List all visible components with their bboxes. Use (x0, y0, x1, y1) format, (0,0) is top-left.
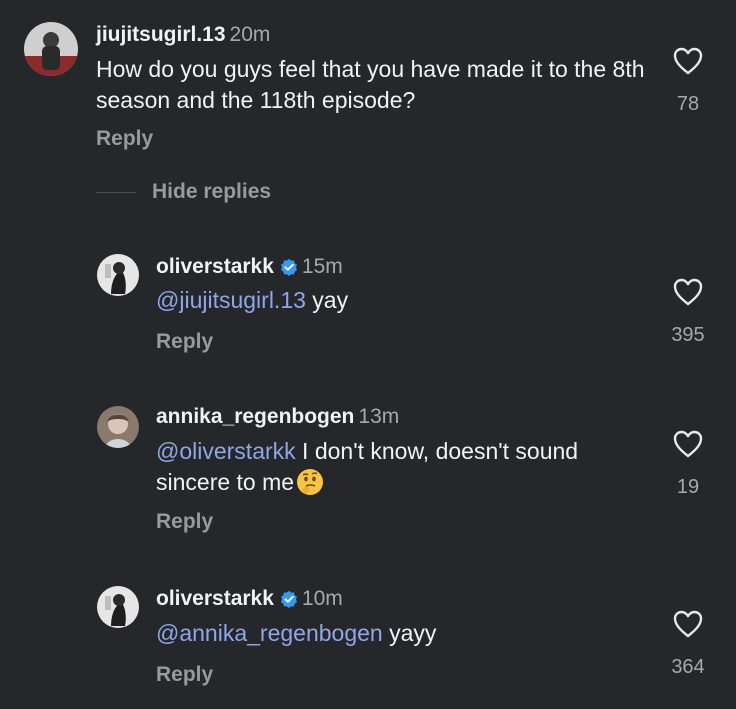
reply-button[interactable]: Reply (96, 127, 153, 151)
comment-body: yay (305, 287, 349, 313)
divider (96, 191, 136, 193)
comment-meta: oliverstarkk 10m (156, 586, 343, 612)
comment-text: @annika_regenbogen yayy (156, 618, 636, 649)
username[interactable]: jiujitsugirl.13 (96, 23, 226, 46)
username[interactable]: annika_regenbogen (156, 405, 354, 428)
username[interactable]: oliverstarkk (156, 587, 274, 610)
verified-badge-icon (280, 590, 298, 608)
comment-jiujitsugirl: jiujitsugirl.13 20m How do you guys feel … (0, 0, 736, 170)
reply-button[interactable]: Reply (156, 510, 213, 534)
avatar-photo-icon (24, 22, 78, 76)
like-count: 19 (676, 476, 700, 498)
heart-icon (673, 610, 703, 638)
like-button[interactable]: 364 (658, 610, 718, 679)
comment-text: @jiujitsugirl.13 yay (156, 285, 636, 316)
like-count: 78 (676, 93, 700, 115)
mention-link[interactable]: @oliverstarkk (156, 438, 296, 464)
hide-replies-toggle[interactable]: Hide replies (96, 180, 271, 204)
like-button[interactable]: 78 (658, 47, 718, 116)
avatar[interactable] (97, 406, 139, 448)
comment-meta: oliverstarkk 15m (156, 254, 343, 280)
like-button[interactable]: 19 (658, 430, 718, 499)
like-count: 395 (671, 324, 705, 346)
like-count: 364 (671, 656, 705, 678)
avatar-photo-icon (97, 586, 139, 628)
timestamp: 20m (229, 23, 271, 46)
comment-meta: jiujitsugirl.13 20m (96, 22, 270, 48)
reply-button[interactable]: Reply (156, 663, 213, 687)
avatar-photo-icon (97, 406, 139, 448)
avatar-photo-icon (97, 254, 139, 296)
heart-icon (673, 47, 703, 75)
avatar[interactable] (24, 22, 78, 76)
hide-replies-label[interactable]: Hide replies (152, 180, 271, 203)
heart-icon (673, 430, 703, 458)
timestamp: 13m (358, 405, 400, 428)
timestamp: 10m (301, 587, 343, 610)
timestamp: 15m (301, 255, 343, 278)
avatar[interactable] (97, 586, 139, 628)
mention-link[interactable]: @annika_regenbogen (156, 620, 383, 646)
avatar[interactable] (97, 254, 139, 296)
heart-icon (673, 278, 703, 306)
comment-text: How do you guys feel that you have made … (96, 56, 645, 113)
comment-body: yayy (382, 620, 437, 646)
mention-link[interactable]: @jiujitsugirl.13 (156, 287, 306, 313)
thinking-face-emoji-icon (296, 468, 324, 496)
comment-meta: annika_regenbogen 13m (156, 404, 399, 430)
username[interactable]: oliverstarkk (156, 255, 274, 278)
like-button[interactable]: 395 (658, 278, 718, 347)
comment-text: @oliverstarkk I don't know, doesn't soun… (156, 436, 646, 498)
verified-badge-icon (280, 258, 298, 276)
reply-button[interactable]: Reply (156, 330, 213, 354)
